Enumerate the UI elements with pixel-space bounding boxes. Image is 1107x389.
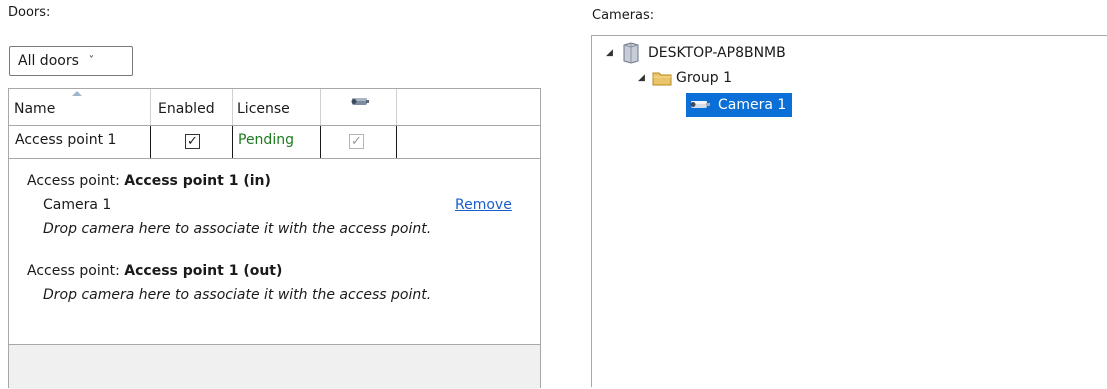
tree-node-camera-selected[interactable]: Camera 1 [686,93,793,117]
camera-checkbox[interactable]: ✓ [349,134,364,149]
column-header-name[interactable]: Name [9,89,151,125]
door-filter-dropdown[interactable]: All doors ˅ [9,46,133,76]
tree-node-group[interactable]: ◢ Group 1 [638,70,732,86]
access-point-in-drop-zone[interactable]: Drop camera here to associate it with th… [43,221,431,237]
access-point-details: Access point: Access point 1 (in) Camera… [9,159,540,345]
row-enabled-cell: ✓ [151,126,233,158]
server-icon [623,42,639,64]
camera-name: Camera 1 [718,97,787,113]
access-point-out-prefix: Access point: [27,263,120,279]
doors-grid: Name Enabled License Access point 1 ✓ Pe… [8,88,541,389]
access-point-in-prefix: Access point: [27,173,120,189]
column-header-enabled-label: Enabled [158,101,215,117]
cameras-label: Cameras: [592,8,655,23]
column-header-name-label: Name [14,101,56,117]
door-filter-value: All doors [18,53,79,69]
access-point-in-title: Access point 1 (in) [124,173,271,189]
server-name: DESKTOP-AP8BNMB [648,45,786,61]
column-header-camera[interactable] [321,89,397,125]
group-name: Group 1 [676,70,732,86]
camera-icon [351,98,369,105]
column-header-enabled[interactable]: Enabled [151,89,233,125]
access-point-out-drop-zone[interactable]: Drop camera here to associate it with th… [43,287,431,303]
chevron-down-icon: ˅ [88,54,94,66]
table-row[interactable]: Access point 1 ✓ Pending ✓ [9,126,540,159]
row-camera-cell: ✓ [321,126,397,158]
row-license-cell: Pending [233,126,321,158]
access-point-in-heading: Access point: Access point 1 (in) [27,173,271,189]
associated-camera-name: Camera 1 [43,197,112,213]
sort-ascending-icon [72,91,82,96]
tree-node-server[interactable]: ◢ DESKTOP-AP8BNMB [606,42,786,64]
access-point-out-heading: Access point: Access point 1 (out) [27,263,282,279]
folder-icon [652,72,672,86]
camera-icon [690,101,710,108]
row-name-cell: Access point 1 [9,126,151,158]
enabled-checkbox[interactable]: ✓ [185,134,200,149]
column-header-license[interactable]: License [233,89,321,125]
expanded-triangle-icon[interactable]: ◢ [638,73,650,83]
access-point-out-title: Access point 1 (out) [124,263,283,279]
cameras-tree: ◢ DESKTOP-AP8BNMB ◢ Group 1 Camera 1 [591,35,1107,387]
grid-footer [9,345,540,389]
column-header-license-label: License [237,101,290,117]
remove-camera-link[interactable]: Remove [455,197,512,213]
expanded-triangle-icon[interactable]: ◢ [606,48,618,58]
grid-header: Name Enabled License [9,89,540,126]
doors-label: Doors: [8,5,51,20]
